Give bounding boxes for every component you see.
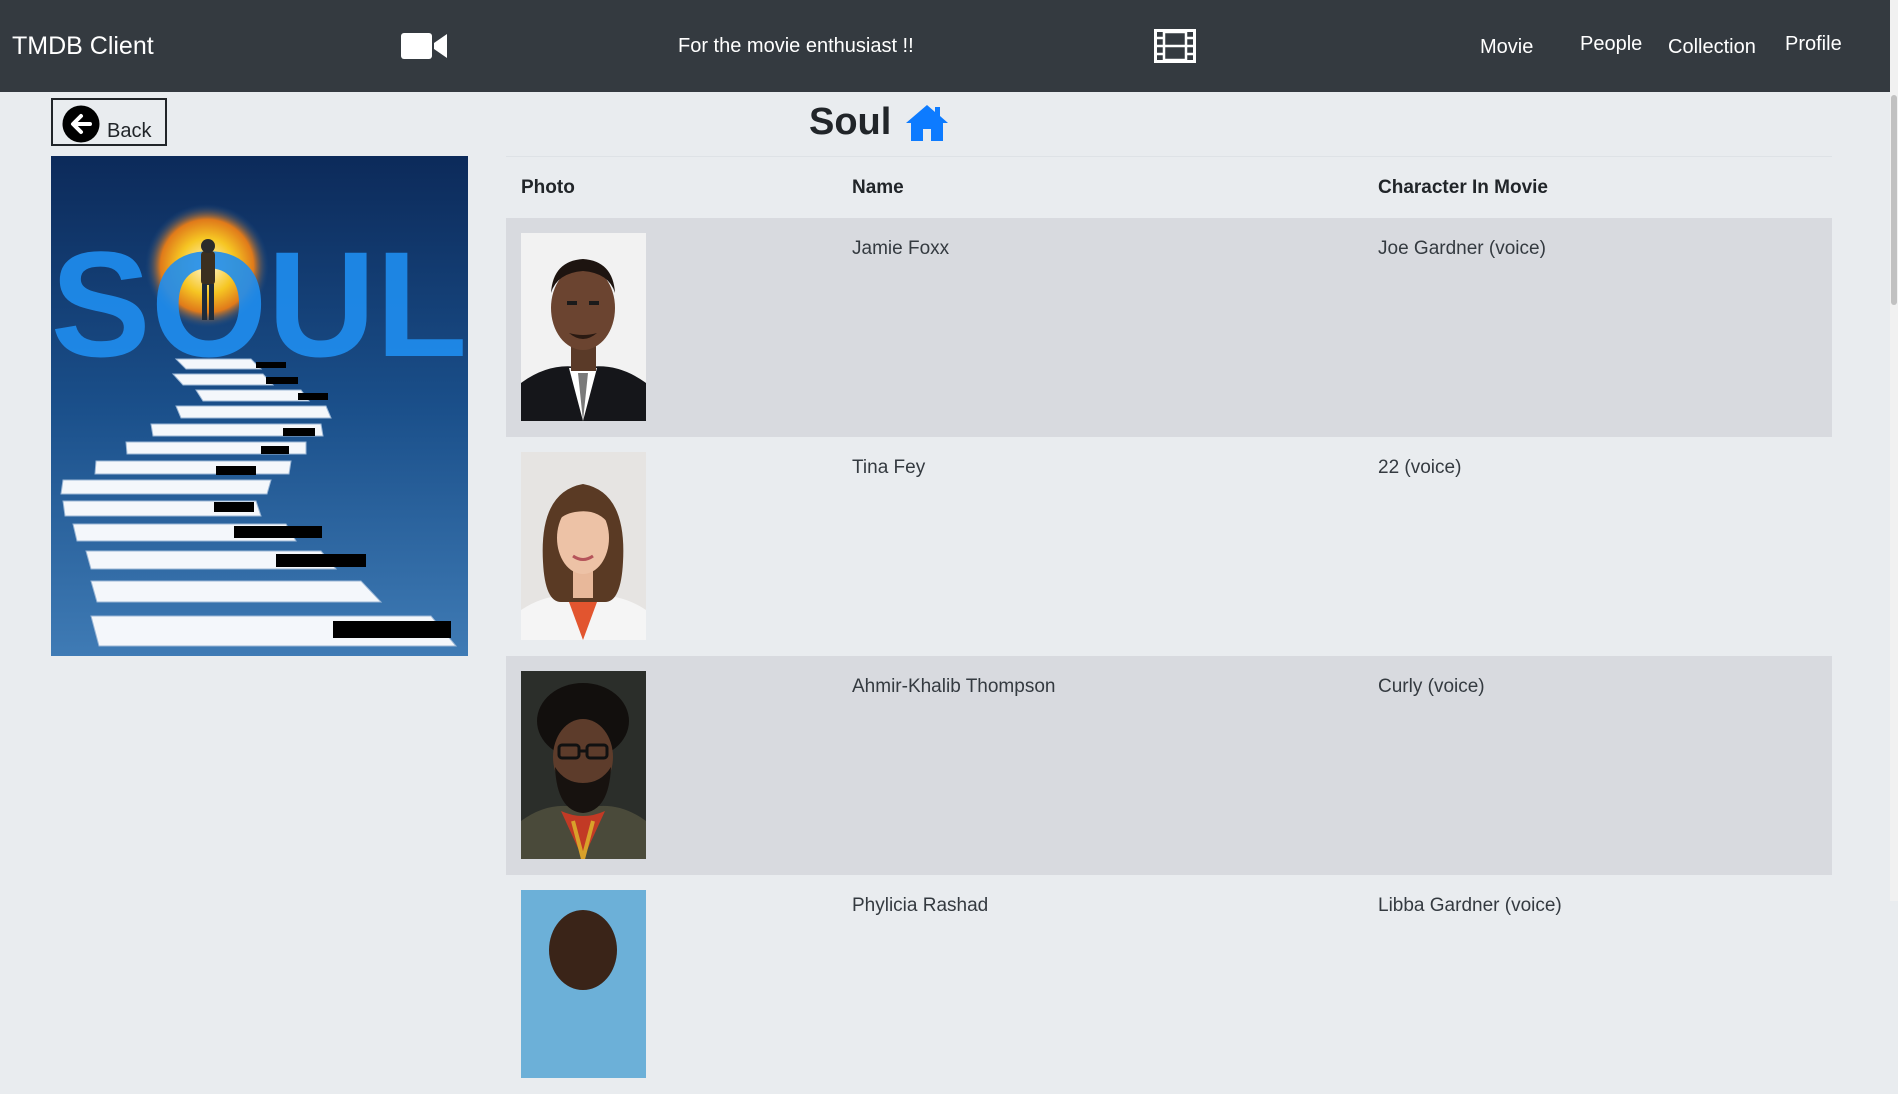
vertical-scrollbar[interactable]: [1890, 0, 1898, 901]
column-header-name: Name: [852, 177, 904, 198]
table-row: Ahmir-Khalib Thompson Curly (voice): [506, 656, 1832, 875]
film-strip-icon: [1154, 29, 1196, 63]
actor-photo[interactable]: [521, 452, 646, 640]
table-row: Phylicia Rashad Libba Gardner (voice): [506, 875, 1832, 1094]
actor-name: Jamie Foxx: [852, 238, 950, 259]
scrollbar-thumb[interactable]: [1891, 95, 1897, 305]
actor-name: Tina Fey: [852, 457, 926, 478]
character-name: 22 (voice): [1378, 457, 1462, 478]
brand-title[interactable]: TMDB Client: [12, 32, 154, 61]
cast-table: Photo Name Character In Movie Jamie Foxx…: [506, 157, 1832, 1094]
column-header-character: Character In Movie: [1378, 177, 1548, 198]
actor-photo[interactable]: [521, 233, 646, 421]
movie-poster: SOUL: [51, 156, 468, 656]
character-name: Curly (voice): [1378, 676, 1485, 697]
movie-title-wrap: Soul: [809, 101, 950, 147]
tagline: For the movie enthusiast !!: [678, 35, 914, 57]
home-icon[interactable]: [904, 103, 950, 143]
nav-profile[interactable]: Profile: [1785, 33, 1842, 56]
character-name: Libba Gardner (voice): [1378, 895, 1562, 916]
actor-name: Ahmir-Khalib Thompson: [852, 676, 1056, 697]
actor-photo[interactable]: [521, 671, 646, 859]
back-label: Back: [107, 120, 152, 142]
nav-collection[interactable]: Collection: [1668, 36, 1756, 59]
navbar: TMDB Client For the movie enthusiast !! …: [0, 0, 1890, 92]
arrow-left-circle-icon: [62, 105, 100, 143]
column-header-photo: Photo: [521, 177, 575, 198]
table-row: Tina Fey 22 (voice): [506, 437, 1832, 656]
actor-photo[interactable]: [521, 890, 646, 1078]
back-button[interactable]: Back: [51, 98, 167, 146]
nav-people[interactable]: People: [1580, 33, 1642, 56]
table-header: Photo Name Character In Movie: [506, 157, 1832, 218]
table-row: Jamie Foxx Joe Gardner (voice): [506, 218, 1832, 437]
character-name: Joe Gardner (voice): [1378, 238, 1546, 259]
actor-name: Phylicia Rashad: [852, 895, 989, 916]
nav-movie[interactable]: Movie: [1480, 36, 1533, 59]
movie-title: Soul: [809, 101, 892, 143]
video-camera-icon: [401, 33, 447, 59]
